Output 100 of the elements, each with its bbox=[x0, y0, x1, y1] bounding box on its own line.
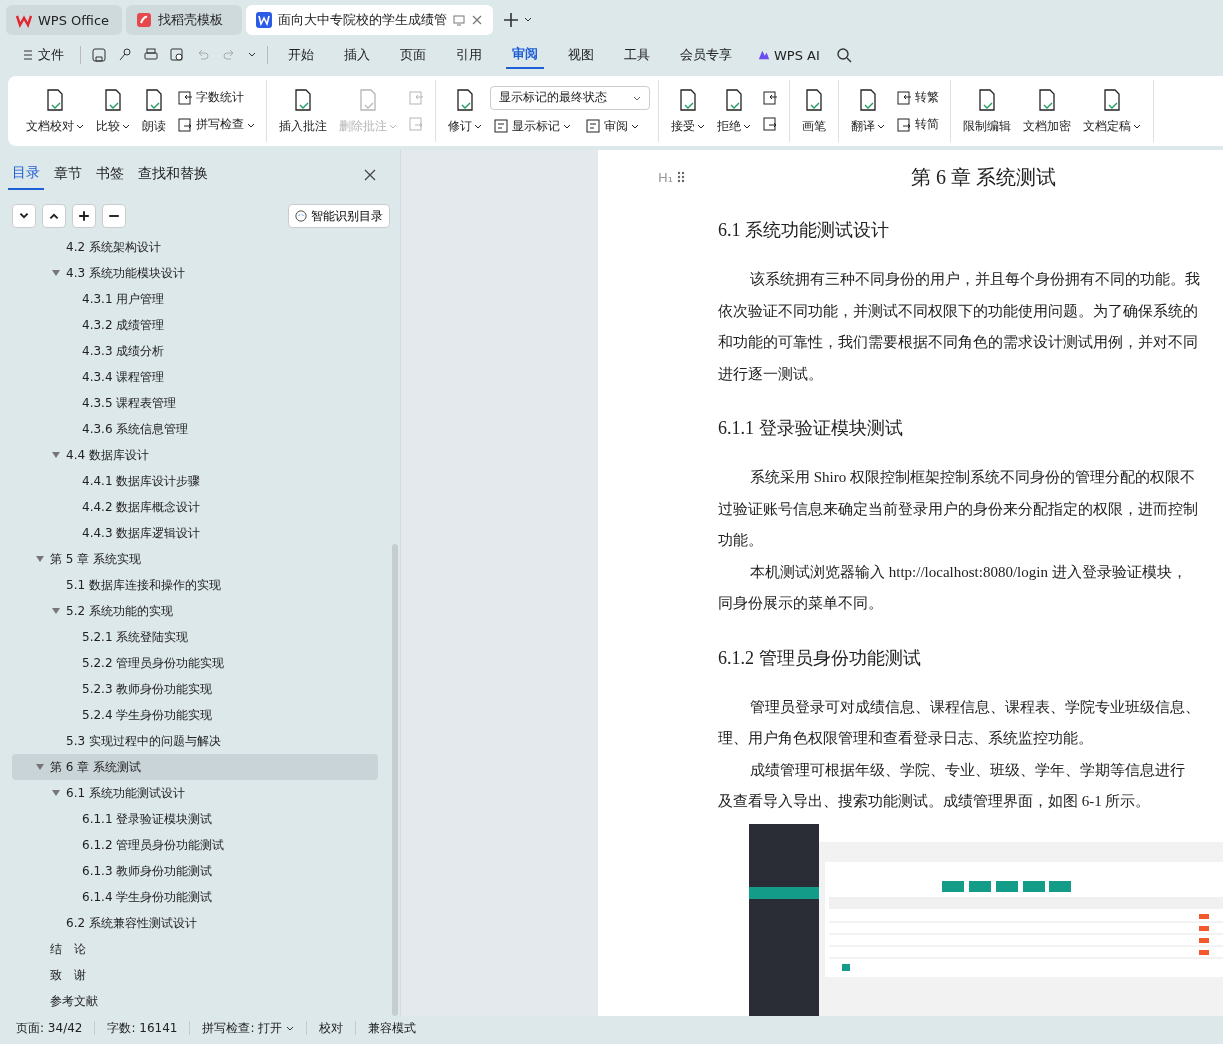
ribbon-small-button[interactable]: 字数统计 bbox=[174, 87, 258, 108]
ribbon-tab[interactable]: 工具 bbox=[618, 42, 656, 68]
outline-item[interactable]: 4.3.1 用户管理 bbox=[12, 286, 378, 312]
ribbon-button[interactable]: 插入批注 bbox=[275, 85, 331, 137]
panel-tab[interactable]: 书签 bbox=[92, 161, 128, 189]
outline-item[interactable]: 4.4 数据库设计 bbox=[12, 442, 378, 468]
panel-tab[interactable]: 目录 bbox=[8, 160, 44, 190]
display-mode-dropdown[interactable]: 显示标记的最终状态 bbox=[490, 85, 650, 110]
outline-item[interactable]: 4.3.3 成绩分析 bbox=[12, 338, 378, 364]
outline-item[interactable]: 6.2 系统兼容性测试设计 bbox=[12, 910, 378, 936]
status-item[interactable]: 拼写检查: 打开 bbox=[202, 1019, 295, 1037]
ribbon-button[interactable]: 接受 bbox=[667, 85, 709, 137]
ribbon-button[interactable]: 比较 bbox=[92, 85, 134, 137]
add-button[interactable] bbox=[72, 204, 96, 228]
outline-item[interactable]: 5.2 系统功能的实现 bbox=[12, 598, 378, 624]
ribbon-tab[interactable]: 引用 bbox=[450, 42, 488, 68]
new-tab-icon[interactable] bbox=[503, 12, 519, 28]
ribbon-tab[interactable]: 视图 bbox=[562, 42, 600, 68]
outline-item[interactable]: 第 5 章 系统实现 bbox=[12, 546, 378, 572]
ribbon-button[interactable]: 朗读 bbox=[138, 85, 170, 137]
document-icon bbox=[493, 118, 509, 134]
ribbon-tab[interactable]: 插入 bbox=[338, 42, 376, 68]
outline-item[interactable]: 4.3 系统功能模块设计 bbox=[12, 260, 378, 286]
expand-triangle-icon[interactable] bbox=[36, 763, 44, 771]
outline-item[interactable]: 6.1.3 教师身份功能测试 bbox=[12, 858, 378, 884]
ribbon-small-button[interactable]: 显示标记 bbox=[490, 115, 574, 137]
file-menu[interactable]: 文件 bbox=[16, 42, 70, 68]
status-item[interactable]: 兼容模式 bbox=[368, 1019, 417, 1037]
document-logo-icon bbox=[256, 12, 272, 28]
ribbon-button[interactable]: 修订 bbox=[444, 85, 486, 137]
print-preview-icon[interactable] bbox=[169, 47, 185, 63]
ribbon-button[interactable]: 画笔 bbox=[798, 85, 830, 137]
outline-item[interactable]: 5.2.2 管理员身份功能实现 bbox=[12, 650, 378, 676]
outline-item[interactable]: 参考文献 bbox=[12, 988, 378, 1014]
circle-icon bbox=[295, 210, 307, 222]
outline-item[interactable]: 6.1.4 学生身份功能测试 bbox=[12, 884, 378, 910]
expand-triangle-icon[interactable] bbox=[52, 607, 60, 615]
ai-button[interactable]: WPS AI bbox=[752, 43, 826, 67]
status-item[interactable]: 校对 bbox=[319, 1019, 344, 1037]
outline-item[interactable]: 5.2.4 学生身份功能实现 bbox=[12, 702, 378, 728]
document-icon bbox=[585, 118, 601, 134]
ribbon-small-button[interactable]: 转简 bbox=[893, 114, 942, 135]
outline-item[interactable]: 6.1.1 登录验证模块测试 bbox=[12, 806, 378, 832]
outline-item[interactable]: 4.4.3 数据库逻辑设计 bbox=[12, 520, 378, 546]
ribbon-button[interactable]: 翻译 bbox=[847, 85, 889, 137]
outline-item[interactable]: 5.3 实现过程中的问题与解决 bbox=[12, 728, 378, 754]
expand-triangle-icon[interactable] bbox=[52, 451, 60, 459]
outline-item[interactable]: 5.1 数据库连接和操作的实现 bbox=[12, 572, 378, 598]
tab-title: 面向大中专院校的学生成绩管 bbox=[278, 11, 447, 29]
ribbon-button[interactable]: 文档定稿 bbox=[1079, 85, 1145, 137]
status-item[interactable]: 字数: 16141 bbox=[107, 1019, 178, 1037]
outline-item[interactable]: 4.3.4 课程管理 bbox=[12, 364, 378, 390]
monitor-icon[interactable] bbox=[453, 14, 465, 26]
outline-item[interactable]: 6.1 系统功能测试设计 bbox=[12, 780, 378, 806]
ribbon-tab[interactable]: 开始 bbox=[282, 42, 320, 68]
ribbon-button[interactable]: 限制编辑 bbox=[959, 85, 1015, 137]
ribbon-button[interactable]: 文档校对 bbox=[22, 85, 88, 137]
caret-icon bbox=[474, 122, 482, 130]
expand-triangle-icon[interactable] bbox=[52, 269, 60, 277]
smart-toc-button[interactable]: 智能识别目录 bbox=[288, 204, 390, 228]
app-tab[interactable]: 找稻壳模板 bbox=[126, 5, 242, 35]
status-item[interactable]: 页面: 34/42 bbox=[16, 1019, 83, 1037]
ribbon-tab[interactable]: 审阅 bbox=[506, 41, 544, 69]
outline-item[interactable]: 结 论 bbox=[12, 936, 378, 962]
search-icon[interactable] bbox=[835, 47, 852, 63]
arrow-document-icon bbox=[408, 90, 424, 106]
outline-item[interactable]: 4.3.6 系统信息管理 bbox=[12, 416, 378, 442]
expand-triangle-icon[interactable] bbox=[36, 555, 44, 563]
outline-item[interactable]: 4.4.1 数据库设计步骤 bbox=[12, 468, 378, 494]
collapse-button[interactable] bbox=[42, 204, 66, 228]
panel-tab[interactable]: 查找和替换 bbox=[134, 161, 212, 189]
body-text-line: 依次验证不同功能，并测试不同权限下的功能使用问题。为了确保系统的 bbox=[718, 301, 1199, 321]
outline-item[interactable]: 4.3.5 课程表管理 bbox=[12, 390, 378, 416]
expand-button[interactable] bbox=[12, 204, 36, 228]
ribbon-small-button[interactable]: 转繁 bbox=[893, 87, 942, 108]
outline-item[interactable]: 4.4.2 数据库概念设计 bbox=[12, 494, 378, 520]
ribbon-button[interactable]: 文档加密 bbox=[1019, 85, 1075, 137]
ribbon-small-button[interactable]: 审阅 bbox=[582, 115, 642, 137]
remove-button[interactable] bbox=[102, 204, 126, 228]
outline-item[interactable]: 6.1.2 管理员身份功能测试 bbox=[12, 832, 378, 858]
outline-item[interactable]: 致 谢 bbox=[12, 962, 378, 988]
outline-item[interactable]: 第 6 章 系统测试 bbox=[12, 754, 378, 780]
outline-item[interactable]: 4.2 系统架构设计 bbox=[12, 234, 378, 260]
ribbon-tab[interactable]: 页面 bbox=[394, 42, 432, 68]
outline-item[interactable]: 5.2.1 系统登陆实现 bbox=[12, 624, 378, 650]
app-tab[interactable]: 面向大中专院校的学生成绩管 bbox=[246, 5, 493, 35]
close-icon[interactable] bbox=[364, 169, 376, 181]
ribbon-small-button[interactable]: 拼写检查 bbox=[174, 114, 258, 135]
expand-triangle-icon[interactable] bbox=[52, 789, 60, 797]
print-icon[interactable] bbox=[143, 47, 159, 63]
body-text-line: 理、用户角色权限管理和查看登录日志、系统监控功能。 bbox=[718, 729, 1094, 748]
outline-item[interactable]: 5.2.3 教师身份功能实现 bbox=[12, 676, 378, 702]
outline-item[interactable]: 4.3.2 成绩管理 bbox=[12, 312, 378, 338]
save-icon[interactable] bbox=[91, 47, 107, 63]
drag-handle-icon[interactable] bbox=[677, 171, 685, 183]
close-icon[interactable] bbox=[471, 14, 483, 26]
ribbon-tab[interactable]: 会员专享 bbox=[674, 42, 738, 68]
ribbon-button[interactable]: 拒绝 bbox=[713, 85, 755, 137]
panel-tab[interactable]: 章节 bbox=[50, 161, 86, 189]
app-tab[interactable]: WPS Office bbox=[6, 5, 122, 35]
